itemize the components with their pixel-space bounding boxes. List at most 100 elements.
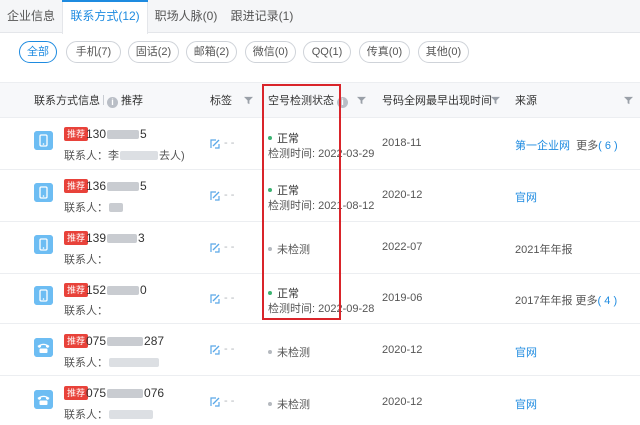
more-label[interactable]: 更多 xyxy=(576,295,598,307)
contact-prefix: 李 xyxy=(108,150,119,162)
masked-name xyxy=(109,358,159,367)
number-suffix: 287 xyxy=(144,334,165,348)
source-cell: 官网 xyxy=(515,396,537,412)
earliest-date: 2020-12 xyxy=(382,189,423,201)
phone-number[interactable]: 136 5 xyxy=(86,179,147,193)
tag-empty: - - xyxy=(224,343,235,355)
number-prefix: 075 xyxy=(86,386,107,400)
number-suffix: 076 xyxy=(144,386,165,400)
col-source: 来源 xyxy=(515,95,537,107)
info-icon[interactable]: i xyxy=(107,97,118,108)
contact-label: 联系人： xyxy=(64,254,108,266)
contact-label: 联系人： xyxy=(64,202,108,214)
phone-number[interactable]: 075 076 xyxy=(86,386,164,400)
col-contact-info: 联系方式信息 i 推荐 xyxy=(34,83,143,119)
filter-icon[interactable] xyxy=(491,96,500,105)
tab-follow-up-records[interactable]: 跟进记录(1) xyxy=(224,0,300,33)
status-text: 未检测 xyxy=(277,347,310,359)
tag-empty: - - xyxy=(224,395,235,407)
edit-icon[interactable] xyxy=(210,294,220,304)
source-cell: 2021年年报 xyxy=(515,241,572,257)
recommend-badge: 推荐 xyxy=(64,283,89,297)
contact-label: 联系人： xyxy=(64,357,108,369)
source-link[interactable]: 官网 xyxy=(515,347,537,359)
contact-label: 联系人： xyxy=(64,409,108,421)
status-dot xyxy=(268,350,272,354)
masked-digits xyxy=(107,182,140,191)
mobile-phone-icon xyxy=(34,286,53,305)
edit-icon[interactable] xyxy=(210,191,220,201)
phone-number[interactable]: 075 287 xyxy=(86,334,164,348)
masked-name xyxy=(109,203,123,212)
masked-digits xyxy=(107,389,144,398)
contact-person: 联系人： xyxy=(64,354,160,370)
tab-contact-methods[interactable]: 联系方式(12) xyxy=(62,0,148,34)
status-unchecked: 未检测 xyxy=(268,396,310,412)
contact-person: 联系人：李 去人) xyxy=(64,147,185,163)
landline-phone-icon xyxy=(34,338,53,357)
contact-label: 联系人： xyxy=(64,305,108,317)
edit-icon[interactable] xyxy=(210,243,220,253)
number-suffix: 5 xyxy=(140,179,147,193)
earliest-date: 2020-12 xyxy=(382,396,423,408)
col-recommend-label: 推荐 xyxy=(121,95,143,107)
filter-all[interactable]: 全部 xyxy=(19,41,57,63)
source-cell: 2017年年报 更多( 4 ) xyxy=(515,292,617,308)
masked-digits xyxy=(107,130,140,139)
masked-digits xyxy=(107,337,144,346)
source-link[interactable]: 官网 xyxy=(515,399,537,411)
contact-person: 联系人： xyxy=(64,406,154,422)
tag-empty: - - xyxy=(224,189,235,201)
contact-person: 联系人： xyxy=(64,302,108,318)
filter-email[interactable]: 邮箱(2) xyxy=(186,41,237,63)
recommend-badge: 推荐 xyxy=(64,179,89,193)
source-text: 2021年年报 xyxy=(515,244,573,256)
highlight-box xyxy=(262,84,341,320)
phone-number[interactable]: 152 0 xyxy=(86,283,147,297)
filter-landline[interactable]: 固话(2) xyxy=(128,41,179,63)
table-row: 推荐 075 076 联系人： - - 未检测 2020-12 官网 xyxy=(0,376,640,425)
mobile-phone-icon xyxy=(34,131,53,150)
filter-mobile[interactable]: 手机(7) xyxy=(66,41,121,63)
edit-icon[interactable] xyxy=(210,345,220,355)
number-prefix: 130 xyxy=(86,127,107,141)
mobile-phone-icon xyxy=(34,235,53,254)
phone-number[interactable]: 130 5 xyxy=(86,127,147,141)
masked-name xyxy=(120,151,158,160)
number-prefix: 152 xyxy=(86,283,107,297)
more-count[interactable]: ( 4 ) xyxy=(598,295,618,307)
recommend-badge: 推荐 xyxy=(64,127,89,141)
number-prefix: 139 xyxy=(86,231,107,245)
tag-empty: - - xyxy=(224,292,235,304)
earliest-date: 2019-06 xyxy=(382,292,423,304)
filter-icon[interactable] xyxy=(624,96,633,105)
source-cell: 官网 xyxy=(515,189,537,205)
recommend-badge: 推荐 xyxy=(64,231,89,245)
phone-number[interactable]: 139 3 xyxy=(86,231,145,245)
tab-bar: 企业信息 联系方式(12) 职场人脉(0) 跟进记录(1) xyxy=(0,0,640,34)
tab-workplace-network[interactable]: 职场人脉(0) xyxy=(148,0,224,33)
filter-fax[interactable]: 传真(0) xyxy=(359,41,410,63)
more-count[interactable]: ( 6 ) xyxy=(598,140,618,152)
tag-empty: - - xyxy=(224,137,235,149)
mobile-phone-icon xyxy=(34,183,53,202)
contact-person: 联系人： xyxy=(64,199,124,215)
table-row: 推荐 075 287 联系人： - - 未检测 2020-12 官网 xyxy=(0,324,640,376)
filter-qq[interactable]: QQ(1) xyxy=(303,41,351,63)
edit-icon[interactable] xyxy=(210,139,220,149)
more-label[interactable]: 更多 xyxy=(576,140,598,152)
filter-icon[interactable] xyxy=(244,96,253,105)
contact-suffix: 去人) xyxy=(159,150,185,162)
tab-company-info[interactable]: 企业信息 xyxy=(0,0,62,33)
edit-icon[interactable] xyxy=(210,397,220,407)
number-suffix: 0 xyxy=(140,283,147,297)
masked-name xyxy=(109,410,153,419)
filter-wechat[interactable]: 微信(0) xyxy=(245,41,296,63)
filter-other[interactable]: 其他(0) xyxy=(418,41,469,63)
filter-icon[interactable] xyxy=(357,96,366,105)
earliest-date: 2018-11 xyxy=(382,137,422,149)
earliest-date: 2022-07 xyxy=(382,241,423,253)
source-link[interactable]: 第一企业网 xyxy=(515,140,570,152)
status-text: 未检测 xyxy=(277,399,310,411)
source-link[interactable]: 官网 xyxy=(515,192,537,204)
